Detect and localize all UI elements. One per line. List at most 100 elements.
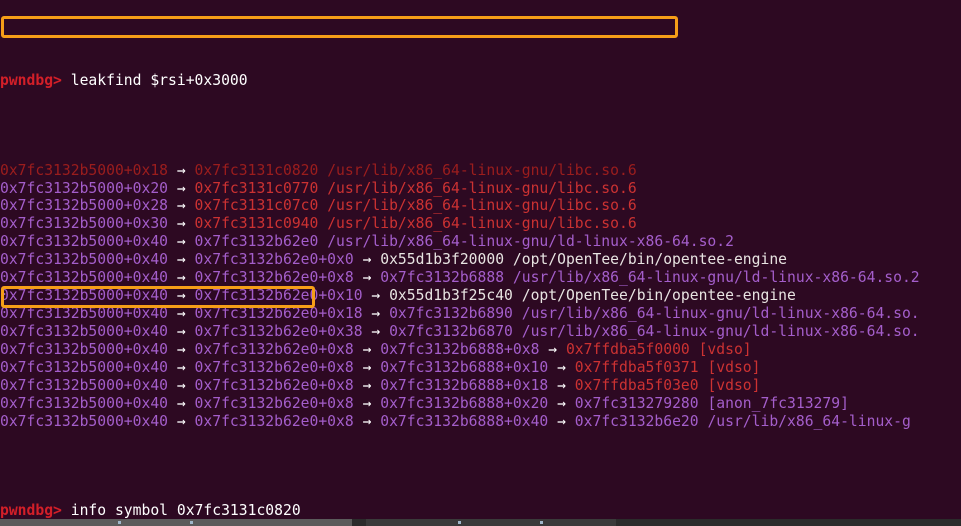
arrow-icon: →	[371, 305, 381, 323]
leak-target-path: [vdso]	[707, 376, 761, 394]
leakfind-row: 0x7fc3132b5000+0x28 → 0x7fc3131c07c0 /us…	[0, 197, 961, 215]
taskbar-indicator-1	[118, 521, 121, 524]
leak-base-address: 0x7fc3132b5000+0x40	[0, 233, 169, 251]
leak-target-path: /usr/lib/x86_64-linux-gnu/ld-linux-x86-6…	[327, 233, 734, 251]
leak-mid-address: 0x7fc3132b62e0+0x38	[194, 323, 363, 340]
leak-mid2-address: 0x7fc3132b6888+0x40	[380, 412, 549, 430]
leak-mid-address: 0x7fc3132b62e0+0x8	[194, 340, 354, 358]
arrow-icon: →	[176, 323, 186, 340]
leak-target-address: 0x7ffdba5f03e0	[574, 376, 699, 394]
leak-target-path: /usr/lib/x86_64-linux-gnu/libc.so.6	[327, 161, 637, 179]
arrow-icon: →	[176, 376, 186, 394]
prompt-label: pwndbg>	[0, 71, 62, 89]
command-line-leakfind: pwndbg> leakfind $rsi+0x3000	[0, 72, 961, 90]
leak-target-address: 0x7ffdba5f0371	[574, 358, 699, 376]
leak-target-path: /usr/lib/x86_64-linux-gnu/libc.so.6	[327, 179, 637, 197]
leak-target-path: /usr/lib/x86_64-linux-gnu/ld-linux-x86-6…	[521, 323, 920, 340]
leak-mid-address: 0x7fc3132b62e0+0x8	[194, 358, 354, 376]
arrow-icon: →	[176, 305, 186, 323]
leak-mid2-address: 0x7fc3132b6888+0x10	[380, 358, 549, 376]
leak-base-address: 0x7fc3132b5000+0x40	[0, 394, 169, 412]
taskbar-indicator-4	[540, 521, 543, 524]
leak-target-path: /usr/lib/x86_64-linux-gnu/ld-linux-x86-6…	[521, 305, 920, 323]
leakfind-row: 0x7fc3132b5000+0x40 → 0x7fc3132b62e0+0x0…	[0, 251, 961, 269]
leak-base-address: 0x7fc3132b5000+0x40	[0, 287, 169, 305]
leak-target-address: 0x7fc3132b6888	[380, 269, 505, 287]
leakfind-row: 0x7fc3132b5000+0x18 → 0x7fc3131c0820 /us…	[0, 162, 961, 180]
terminal-window[interactable]: pwndbg> leakfind $rsi+0x3000 0x7fc3132b5…	[0, 0, 961, 526]
arrow-icon: →	[548, 340, 558, 358]
leak-mid-address: 0x7fc3132b62e0+0x8	[194, 412, 354, 430]
leak-target-path: /usr/lib/x86_64-linux-gnu/ld-linux-x86-6…	[512, 269, 920, 287]
leak-target-address: 0x7ffdba5f0000	[565, 340, 690, 358]
leak-target-path: /usr/lib/x86_64-linux-g	[707, 412, 911, 430]
leakfind-row: 0x7fc3132b5000+0x40 → 0x7fc3132b62e0+0x8…	[0, 395, 961, 413]
leak-base-address: 0x7fc3132b5000+0x40	[0, 269, 169, 287]
leak-target-path: /opt/OpenTee/bin/opentee-engine	[521, 287, 796, 305]
leak-mid-address: 0x7fc3132b62e0+0x10	[194, 287, 363, 305]
leakfind-row: 0x7fc3132b5000+0x40 → 0x7fc3132b62e0+0x8…	[0, 413, 961, 431]
arrow-icon: →	[176, 340, 186, 358]
leak-mid-address: 0x7fc3132b62e0+0x18	[194, 305, 363, 323]
taskbar-window-item-1[interactable]	[0, 519, 352, 526]
taskbar-indicator-2	[190, 521, 193, 524]
leak-mid2-address: 0x7fc3132b6888+0x8	[380, 340, 540, 358]
leakfind-row: 0x7fc3132b5000+0x20 → 0x7fc3131c0770 /us…	[0, 180, 961, 198]
arrow-icon: →	[557, 376, 566, 394]
leak-target-address: 0x7fc3131c07c0	[194, 197, 319, 215]
leak-base-address: 0x7fc3132b5000+0x40	[0, 358, 169, 376]
leakfind-row: 0x7fc3132b5000+0x40 → 0x7fc3132b62e0 /us…	[0, 233, 961, 251]
leakfind-output: 0x7fc3132b5000+0x18 → 0x7fc3131c0820 /us…	[0, 162, 961, 431]
arrow-icon: →	[176, 233, 186, 251]
leak-target-address: 0x7fc3132b6870	[389, 323, 513, 340]
leak-mid2-address: 0x7fc3132b6888+0x20	[380, 394, 549, 412]
command-line-info-symbol: pwndbg> info symbol 0x7fc3131c0820	[0, 502, 961, 520]
arrow-icon: →	[176, 287, 186, 305]
leakfind-command-text: leakfind $rsi+0x3000	[70, 71, 248, 89]
leak-target-address: 0x7fc313279280	[574, 394, 699, 412]
leak-mid2-address: 0x7fc3132b6888+0x18	[380, 376, 549, 394]
leak-base-address: 0x7fc3132b5000+0x40	[0, 305, 169, 323]
leak-target-address: 0x7fc3132b6e20	[574, 412, 699, 430]
arrow-icon: →	[557, 394, 566, 412]
leak-target-path: /usr/lib/x86_64-linux-gnu/libc.so.6	[327, 197, 637, 215]
leak-target-address: 0x7fc3131c0770	[194, 179, 319, 197]
leakfind-row: 0x7fc3132b5000+0x40 → 0x7fc3132b62e0+0x8…	[0, 359, 961, 377]
leak-target-address: 0x55d1b3f25c40	[389, 287, 513, 305]
arrow-icon: →	[176, 179, 186, 197]
leakfind-row: 0x7fc3132b5000+0x30 → 0x7fc3131c0940 /us…	[0, 215, 961, 233]
leak-mid-address: 0x7fc3132b62e0+0x0	[194, 251, 354, 269]
arrow-icon: →	[176, 394, 186, 412]
leakfind-row: 0x7fc3132b5000+0x40 → 0x7fc3132b62e0+0x8…	[0, 377, 961, 395]
leak-base-address: 0x7fc3132b5000+0x18	[0, 161, 169, 179]
arrow-icon: →	[557, 358, 566, 376]
leak-mid-address: 0x7fc3132b62e0+0x8	[194, 394, 354, 412]
arrow-icon: →	[176, 358, 186, 376]
leak-target-address: 0x55d1b3f20000	[380, 251, 505, 269]
leak-target-address: 0x7fc3132b6890	[389, 305, 513, 323]
arrow-icon: →	[176, 197, 186, 215]
leakfind-row: 0x7fc3132b5000+0x40 → 0x7fc3132b62e0+0x3…	[0, 323, 961, 341]
desktop-taskbar[interactable]	[0, 519, 961, 526]
leak-base-address: 0x7fc3132b5000+0x20	[0, 179, 169, 197]
arrow-icon: →	[176, 412, 186, 430]
leak-base-address: 0x7fc3132b5000+0x40	[0, 340, 169, 358]
leak-target-address: 0x7fc3131c0940	[194, 215, 319, 233]
leakfind-row: 0x7fc3132b5000+0x40 → 0x7fc3132b62e0+0x8…	[0, 269, 961, 287]
taskbar-indicator-3	[458, 521, 461, 524]
leakfind-row: 0x7fc3132b5000+0x40 → 0x7fc3132b62e0+0x1…	[0, 305, 961, 323]
arrow-icon: →	[176, 215, 186, 233]
leak-base-address: 0x7fc3132b5000+0x30	[0, 215, 169, 233]
leak-target-path: /usr/lib/x86_64-linux-gnu/libc.so.6	[327, 215, 637, 233]
leak-target-path: [vdso]	[707, 358, 761, 376]
leak-base-address: 0x7fc3132b5000+0x40	[0, 323, 169, 340]
leak-base-address: 0x7fc3132b5000+0x40	[0, 376, 169, 394]
arrow-icon: →	[371, 323, 381, 340]
leak-target-path: [anon_7fc313279]	[707, 394, 849, 412]
arrow-icon: →	[176, 251, 186, 269]
leak-base-address: 0x7fc3132b5000+0x28	[0, 197, 169, 215]
taskbar-window-item-2[interactable]	[366, 519, 616, 526]
info-symbol-command-text: info symbol 0x7fc3131c0820	[70, 502, 301, 520]
leakfind-row: 0x7fc3132b5000+0x40 → 0x7fc3132b62e0+0x8…	[0, 341, 961, 359]
leakfind-row: 0x7fc3132b5000+0x40 → 0x7fc3132b62e0+0x1…	[0, 287, 961, 305]
